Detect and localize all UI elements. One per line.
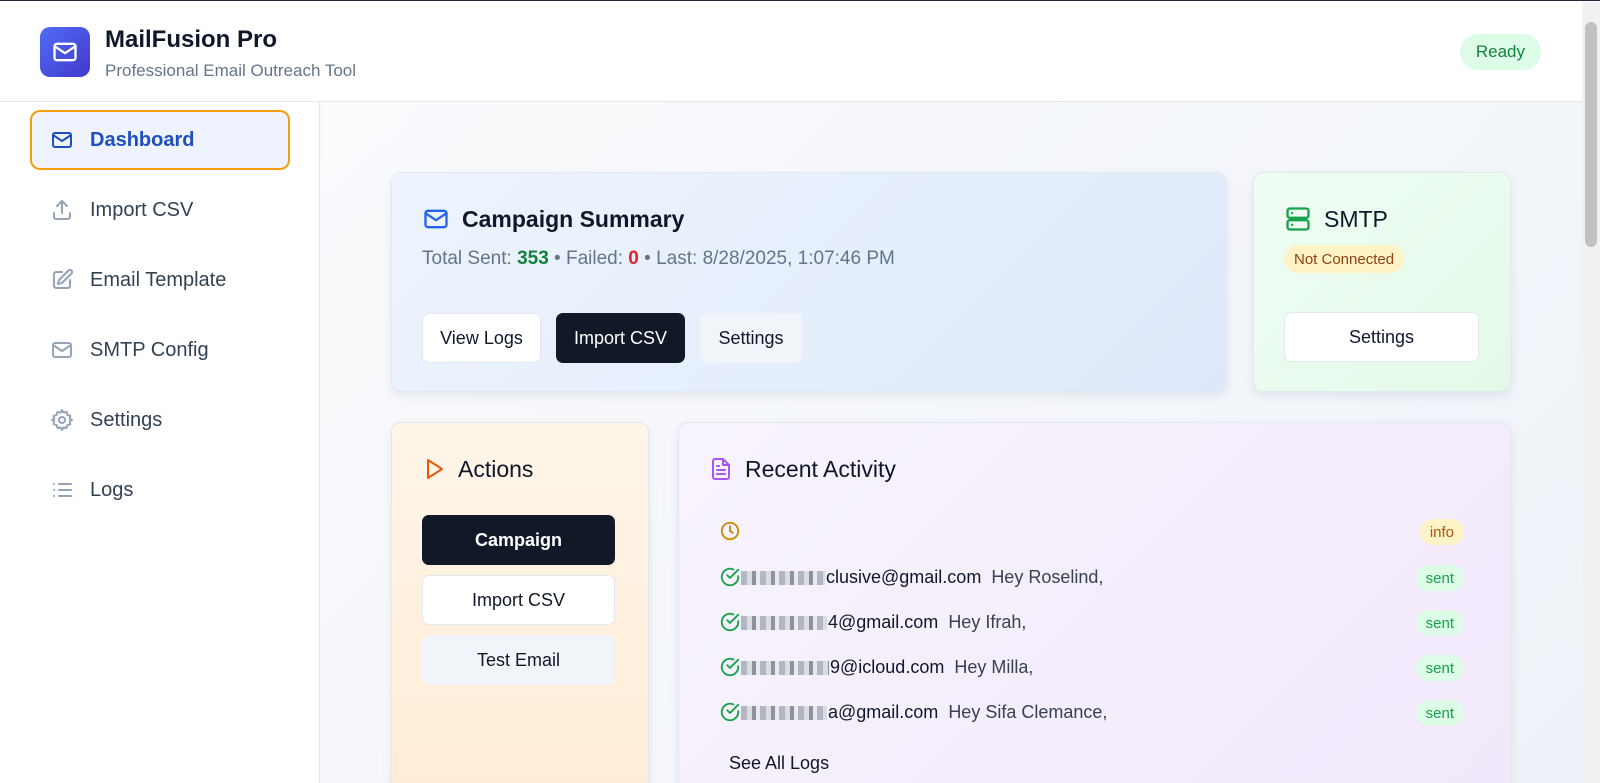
check-circle-icon: [719, 566, 741, 588]
sent-badge: sent: [1415, 565, 1464, 591]
list-icon: [50, 478, 74, 502]
total-sent-label: Total Sent:: [422, 248, 512, 269]
scrollbar[interactable]: [1582, 2, 1600, 783]
actions-title: Actions: [458, 455, 534, 482]
server-icon: [1284, 205, 1312, 233]
email-greeting: Hey Sifa Clemance,: [948, 702, 1108, 722]
info-badge: info: [1419, 519, 1464, 545]
campaign-summary-card: Campaign Summary Total Sent: 353 • Faile…: [391, 172, 1227, 392]
play-icon: [422, 455, 446, 483]
upload-icon: [50, 198, 74, 222]
check-circle-icon: [719, 611, 741, 633]
mail-icon: [50, 338, 74, 362]
document-icon: [709, 455, 733, 483]
redacted-text: [741, 615, 827, 630]
separator: •: [554, 248, 561, 269]
actions-import-csv-button[interactable]: Import CSV: [422, 575, 615, 625]
campaign-button[interactable]: Campaign: [422, 515, 615, 565]
sidebar-item-label: Logs: [90, 478, 134, 501]
app-title: MailFusion Pro: [105, 26, 278, 53]
list-item: 9@icloud.com Hey Milla, sent: [719, 650, 1464, 686]
see-all-logs-link[interactable]: See All Logs: [729, 753, 829, 774]
failed-value: 0: [628, 248, 639, 269]
failed-label: Failed:: [565, 248, 624, 269]
smtp-heading: SMTP: [1284, 205, 1388, 233]
list-item: 4@gmail.com Hey Ifrah, sent: [719, 605, 1464, 641]
sidebar-item-label: Email Template: [90, 268, 227, 291]
smtp-status-badge: Not Connected: [1284, 245, 1405, 273]
sidebar-item-label: SMTP Config: [90, 338, 209, 361]
recipient-email: clusive@gmail.com Hey Roselind,: [741, 567, 1103, 588]
sidebar-item-import-csv[interactable]: Import CSV: [30, 180, 290, 240]
sidebar-item-dashboard[interactable]: Dashboard: [30, 110, 290, 170]
view-logs-button[interactable]: View Logs: [422, 313, 541, 363]
smtp-settings-button[interactable]: Settings: [1284, 312, 1479, 362]
settings-button[interactable]: Settings: [700, 313, 802, 363]
email-address: 4@gmail.com: [828, 612, 939, 632]
recent-activity-heading: Recent Activity: [709, 455, 896, 483]
sidebar-item-label: Dashboard: [90, 128, 195, 151]
recipient-email: a@gmail.com Hey Sifa Clemance,: [741, 702, 1107, 723]
app-subtitle: Professional Email Outreach Tool: [105, 61, 357, 80]
last-label: Last:: [656, 248, 698, 269]
status-badge: Ready: [1459, 34, 1541, 70]
recipient-email: 9@icloud.com Hey Milla,: [741, 657, 1033, 678]
list-item: a@gmail.com Hey Sifa Clemance, sent: [719, 695, 1464, 731]
smtp-title: SMTP: [1324, 205, 1388, 232]
sidebar-item-label: Settings: [90, 408, 163, 431]
redacted-text: [741, 705, 827, 720]
last-timestamp: 8/28/2025, 1:07:46 PM: [702, 248, 895, 269]
scrollbar-thumb[interactable]: [1585, 22, 1597, 247]
list-item: clusive@gmail.com Hey Roselind, sent: [719, 560, 1464, 596]
sent-badge: sent: [1415, 700, 1464, 726]
recent-activity-title: Recent Activity: [745, 455, 896, 482]
main-content: Campaign Summary Total Sent: 353 • Faile…: [321, 102, 1582, 783]
gear-icon: [50, 408, 74, 432]
email-address: a@gmail.com: [828, 702, 939, 722]
sidebar-item-logs[interactable]: Logs: [30, 460, 290, 520]
check-circle-icon: [719, 701, 741, 723]
edit-icon: [50, 268, 74, 292]
sent-badge: sent: [1415, 655, 1464, 681]
email-address: 9@icloud.com: [830, 657, 945, 677]
campaign-summary-heading: Campaign Summary: [422, 205, 684, 233]
sidebar-item-settings[interactable]: Settings: [30, 390, 290, 450]
actions-card: Actions Campaign Import CSV Test Email: [391, 422, 649, 783]
recipient-email: 4@gmail.com Hey Ifrah,: [741, 612, 1026, 633]
sidebar: Dashboard Import CSV Email Template SMTP…: [0, 102, 320, 783]
actions-heading: Actions: [422, 455, 533, 483]
logo-mail-icon: [40, 27, 90, 77]
redacted-text: [741, 660, 829, 675]
campaign-stats: Total Sent: 353 • Failed: 0 • Last: 8/28…: [422, 248, 895, 270]
mail-icon: [422, 205, 450, 233]
recent-activity-card: Recent Activity info clusive@gmail.com H…: [678, 422, 1511, 783]
email-greeting: Hey Milla,: [954, 657, 1034, 677]
redacted-text: [741, 570, 825, 585]
mail-icon: [50, 128, 74, 152]
email-greeting: Hey Roselind,: [991, 567, 1104, 587]
total-sent-value: 353: [517, 248, 549, 269]
clock-icon: [719, 520, 741, 542]
sidebar-item-email-template[interactable]: Email Template: [30, 250, 290, 310]
check-circle-icon: [719, 656, 741, 678]
email-greeting: Hey Ifrah,: [948, 612, 1027, 632]
list-item: info: [719, 514, 1464, 550]
sent-badge: sent: [1415, 610, 1464, 636]
app-header: MailFusion Pro Professional Email Outrea…: [0, 2, 1582, 102]
sidebar-item-smtp-config[interactable]: SMTP Config: [30, 320, 290, 380]
separator: •: [644, 248, 651, 269]
import-csv-button[interactable]: Import CSV: [556, 313, 685, 363]
email-address: clusive@gmail.com: [826, 567, 982, 587]
campaign-summary-title: Campaign Summary: [462, 205, 685, 232]
test-email-button[interactable]: Test Email: [422, 635, 615, 685]
smtp-card: SMTP Not Connected Settings: [1253, 172, 1511, 392]
sidebar-item-label: Import CSV: [90, 198, 194, 221]
